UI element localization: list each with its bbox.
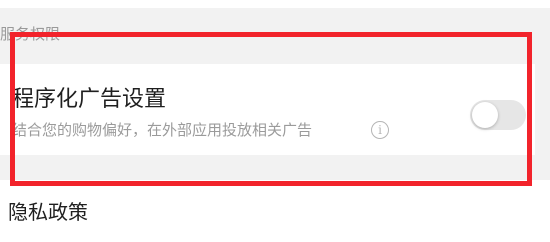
section-header: 服务权限 <box>0 25 61 43</box>
setting-title: 程序化广告设置 <box>12 87 167 112</box>
info-icon[interactable]: i <box>371 121 389 139</box>
programmatic-ads-toggle[interactable] <box>470 100 526 130</box>
programmatic-ads-setting-row[interactable]: 程序化广告设置 结合您的购物偏好，在外部应用投放相关广告 i <box>0 64 535 155</box>
toggle-knob <box>472 102 498 128</box>
settings-page: 服务权限 程序化广告设置 结合您的购物偏好，在外部应用投放相关广告 i 隐私政策 <box>0 0 550 242</box>
top-divider <box>0 0 550 8</box>
setting-description: 结合您的购物偏好，在外部应用投放相关广告 <box>12 121 313 139</box>
privacy-policy-item[interactable]: 隐私政策 <box>8 198 88 226</box>
